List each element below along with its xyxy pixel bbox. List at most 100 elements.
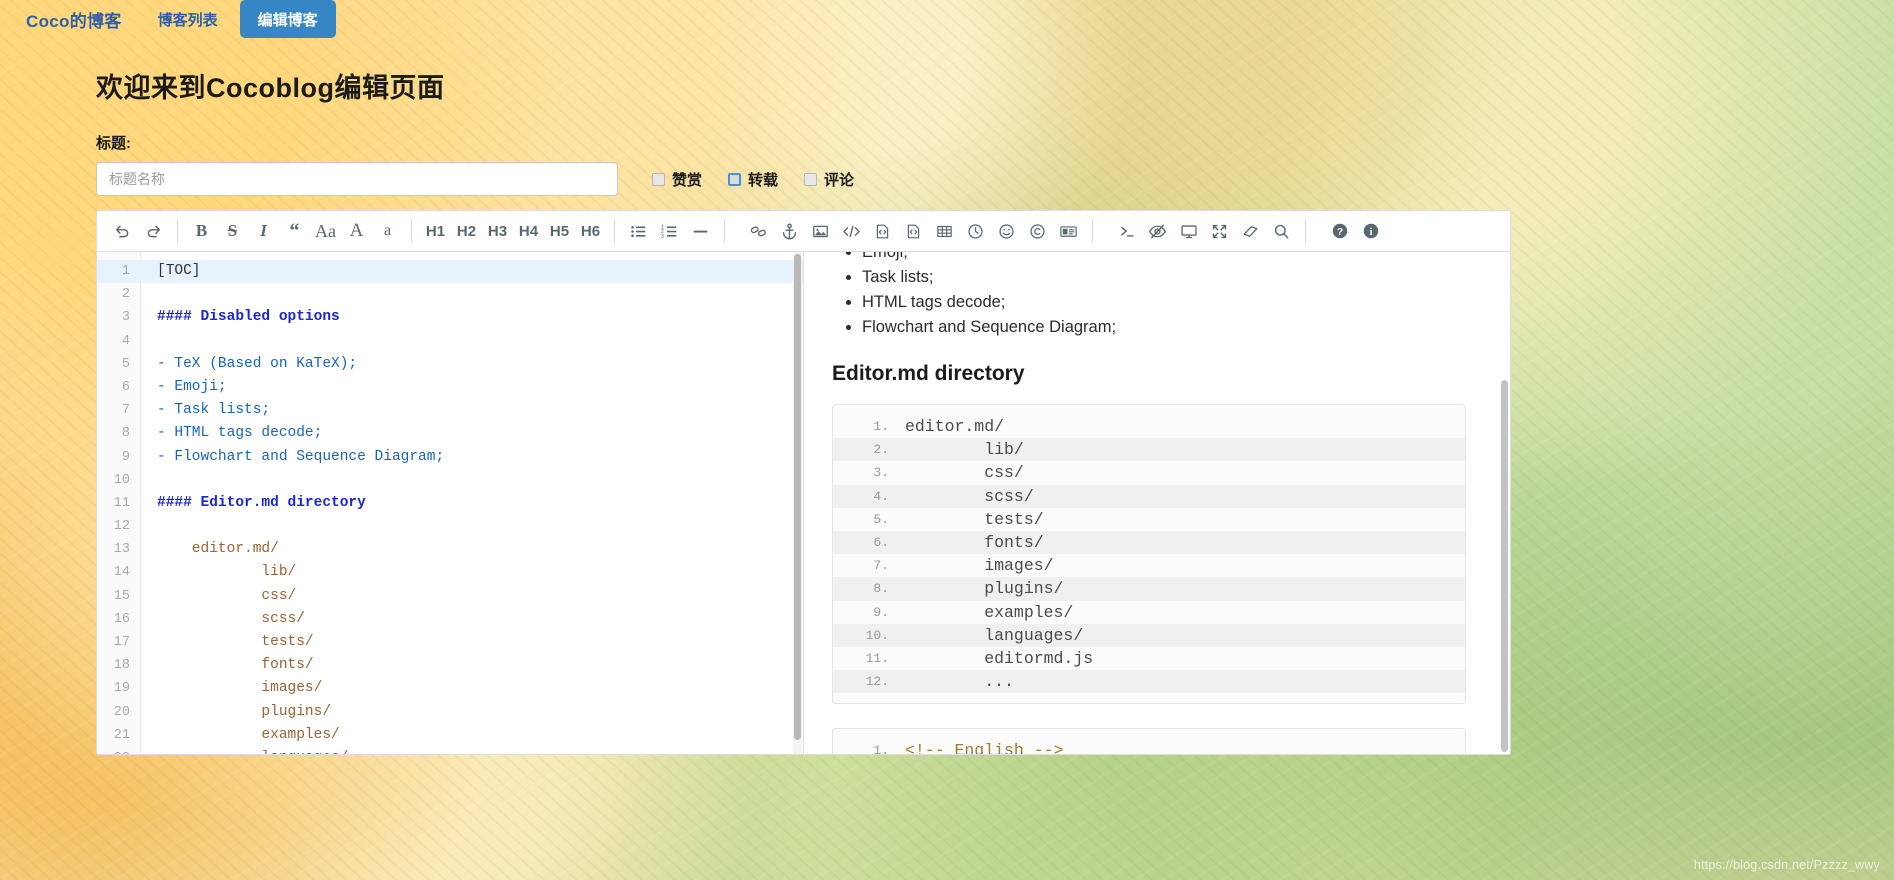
preview-icon[interactable]: [1173, 216, 1204, 247]
code-line-text: editor.md/: [905, 417, 1005, 436]
h1-icon[interactable]: H1: [420, 216, 451, 247]
line-number: 10: [113, 472, 130, 488]
redo-icon[interactable]: [138, 216, 169, 247]
datetime-icon[interactable]: [960, 216, 991, 247]
watch-toggle-icon[interactable]: [1142, 216, 1173, 247]
help-icon[interactable]: ?: [1324, 216, 1355, 247]
link-icon[interactable]: [743, 216, 774, 247]
copyright-icon[interactable]: [1022, 216, 1053, 247]
title-input[interactable]: [96, 162, 618, 196]
h2-glyph: H2: [456, 222, 477, 240]
code-line-text: examples/: [905, 602, 1074, 622]
source-line[interactable]: 22 languages/: [97, 747, 803, 754]
source-line[interactable]: 12: [97, 515, 803, 538]
source-scrollbar[interactable]: [793, 252, 802, 754]
h2-icon[interactable]: H2: [451, 216, 482, 247]
preview-scrollbar-thumb[interactable]: [1501, 380, 1508, 752]
ordered-list-icon[interactable]: 1 2 3: [654, 216, 685, 247]
line-text: scss/: [157, 610, 305, 627]
code-line: <!-- English -->: [833, 739, 1465, 754]
line-number: 6: [121, 379, 130, 395]
image-icon[interactable]: [805, 216, 836, 247]
source-line[interactable]: 14 lib/: [97, 561, 803, 584]
quote-icon[interactable]: “: [279, 216, 310, 247]
preview-disabled-options-list: Emoji;Task lists;HTML tags decode;Flowch…: [832, 252, 1466, 340]
h4-glyph: H4: [518, 222, 539, 240]
source-line[interactable]: 13 editor.md/: [97, 538, 803, 561]
line-number: 1: [121, 264, 130, 279]
line-number: 13: [113, 542, 130, 558]
goto-line-icon[interactable]: [1111, 216, 1142, 247]
code-line: plugins/: [833, 577, 1465, 601]
fullscreen-icon[interactable]: [1204, 216, 1235, 247]
source-line[interactable]: 21 examples/: [97, 724, 803, 747]
info-icon[interactable]: i: [1355, 216, 1386, 247]
preview-pane[interactable]: Emoji;Task lists;HTML tags decode;Flowch…: [804, 252, 1510, 754]
horizontal-rule-icon[interactable]: [685, 216, 716, 247]
search-icon[interactable]: [1266, 216, 1297, 247]
line-number: 15: [113, 588, 130, 604]
list-item: Emoji;: [862, 252, 1466, 265]
code-line-text: plugins/: [905, 579, 1064, 599]
checkbox-repost-label: 转载: [748, 171, 779, 189]
code-block-icon[interactable]: [867, 216, 898, 247]
line-number: 20: [113, 704, 130, 720]
source-line[interactable]: 4: [97, 330, 803, 353]
source-line[interactable]: 8 - HTML tags decode;: [97, 422, 803, 445]
checkbox-appreciate-box[interactable]: [652, 172, 665, 186]
watermark: https://blog.csdn.net/Pzzzz_wwy: [1693, 858, 1880, 872]
source-line[interactable]: 16 scss/: [97, 608, 803, 631]
source-pane[interactable]: 1 [TOC] 2 3 #### Disabled options 4 5 - TeX (Ba…: [97, 252, 804, 754]
source-line[interactable]: 5 - TeX (Based on KaTeX);: [97, 353, 803, 376]
emoji-icon[interactable]: [991, 216, 1022, 247]
top-navbar: Coco的博客 博客列表 编辑博客: [0, 0, 1894, 38]
checkbox-appreciate[interactable]: 赞赏: [652, 169, 702, 190]
italic-icon[interactable]: I: [248, 216, 279, 247]
source-line[interactable]: 2: [97, 283, 803, 306]
strikethrough-icon[interactable]: S: [217, 216, 248, 247]
h4-icon[interactable]: H4: [513, 216, 544, 247]
source-line[interactable]: 18 fonts/: [97, 654, 803, 677]
line-number: 18: [113, 658, 130, 674]
h5-icon[interactable]: H5: [544, 216, 575, 247]
unordered-list-icon[interactable]: [623, 216, 654, 247]
line-number: 7: [121, 403, 130, 419]
line-number: 22: [97, 747, 141, 754]
checkbox-comment-box[interactable]: [804, 172, 818, 186]
font-large-icon[interactable]: A: [341, 216, 372, 247]
source-line[interactable]: 10: [97, 469, 803, 492]
bold-icon[interactable]: B: [186, 216, 217, 247]
source-line[interactable]: 11 #### Editor.md directory: [97, 492, 803, 515]
table-icon[interactable]: [929, 216, 960, 247]
h3-icon[interactable]: H3: [482, 216, 513, 247]
source-line[interactable]: 6 - Emoji;: [97, 376, 803, 399]
clear-icon[interactable]: [1235, 216, 1266, 247]
checkbox-comment[interactable]: 评论: [804, 169, 854, 190]
source-line[interactable]: 17 tests/: [97, 631, 803, 654]
preformatted-text-icon[interactable]: [898, 216, 929, 247]
source-line[interactable]: 1 [TOC]: [97, 260, 803, 284]
code-line: editormd.js: [833, 647, 1465, 670]
line-number: 5: [121, 356, 130, 372]
checkbox-repost-box[interactable]: [728, 172, 742, 186]
source-line[interactable]: 7 - Task lists;: [97, 399, 803, 422]
nav-item-blog-list[interactable]: 博客列表: [140, 0, 236, 38]
undo-icon[interactable]: [107, 216, 138, 247]
source-line[interactable]: 3 #### Disabled options: [97, 306, 803, 329]
nav-item-edit-blog[interactable]: 编辑博客: [239, 0, 336, 38]
source-lines[interactable]: 1 [TOC] 2 3 #### Disabled options 4 5 - TeX (Ba…: [97, 252, 803, 754]
line-text: #### Disabled options: [157, 309, 340, 326]
nav-brand[interactable]: Coco的博客: [8, 0, 140, 38]
uppercase-icon[interactable]: Aa: [310, 216, 341, 247]
checkbox-repost[interactable]: 转载: [728, 169, 778, 190]
font-small-icon[interactable]: a: [372, 216, 403, 247]
source-scrollbar-thumb[interactable]: [794, 254, 801, 740]
source-line[interactable]: 20 plugins/: [97, 701, 803, 724]
inline-code-icon[interactable]: [836, 216, 867, 247]
source-line[interactable]: 19 images/: [97, 677, 803, 700]
h6-icon[interactable]: H6: [575, 216, 606, 247]
source-line[interactable]: 9 - Flowchart and Sequence Diagram;: [97, 446, 803, 469]
html-entities-icon[interactable]: [1053, 216, 1084, 247]
source-line[interactable]: 15 css/: [97, 585, 803, 608]
anchor-icon[interactable]: [774, 216, 805, 247]
